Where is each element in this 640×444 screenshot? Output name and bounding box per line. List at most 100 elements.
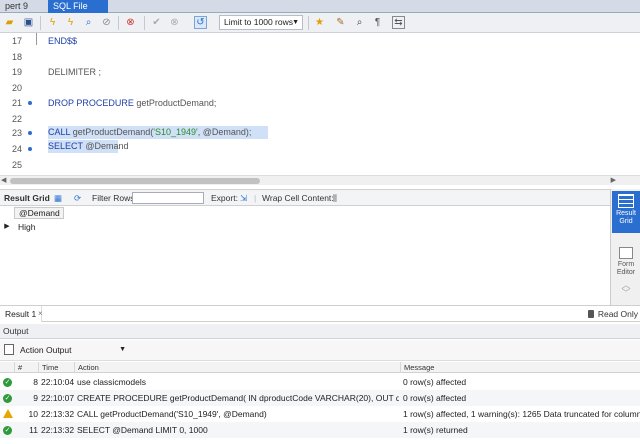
toolbar-divider	[308, 16, 309, 30]
grid-cell[interactable]: High	[14, 221, 74, 233]
invisible-chars-icon[interactable]: ¶	[371, 16, 384, 29]
beautify-brush-icon[interactable]: ✎	[334, 16, 347, 29]
line-number: 18	[11, 52, 22, 62]
result-tab-bar: Result 1 × Read Only	[0, 305, 640, 322]
copy-icon[interactable]	[4, 344, 14, 355]
output-row[interactable]: ✓ 8 22:10:04 use classicmodels 0 row(s) …	[0, 374, 640, 390]
column-header[interactable]: @Demand	[14, 207, 64, 219]
execute-lightning-icon[interactable]: ϟ	[46, 16, 59, 29]
limit-rows-value: Limit to 1000 rows	[224, 17, 293, 27]
result-grid[interactable]	[0, 207, 610, 305]
row-num: 8	[33, 377, 38, 387]
row-time: 22:10:04	[41, 377, 75, 387]
line-number: 19	[11, 67, 22, 77]
row-action: CREATE PROCEDURE getProductDemand( IN dp…	[77, 393, 399, 403]
tab-label: Result 1	[5, 309, 37, 319]
tab-result-1[interactable]: Result 1	[0, 306, 43, 322]
export-label: Export:	[211, 193, 238, 203]
tab-sql-file-3[interactable]: SQL File 3*×	[48, 0, 108, 24]
scroll-left-icon[interactable]: ◀	[1, 176, 6, 184]
result-side-panel: Result Grid Form Editor ︿ ﹀	[610, 189, 640, 305]
line-number: 21	[11, 98, 22, 108]
scrollbar-thumb[interactable]	[10, 178, 260, 184]
header-action[interactable]: Action	[74, 362, 400, 373]
result-grid-view-button[interactable]: Result Grid	[612, 191, 640, 233]
find-icon[interactable]: ⌕	[353, 16, 366, 29]
panel-scroll-chevrons[interactable]: ︿ ﹀	[612, 281, 640, 301]
sql-editor-toolbar: ▰ ▣ ϟ ϟ ⌕ ⊘ ⊗ ✔ ⊗ ↺ Limit to 1000 rows ▼ …	[0, 13, 640, 33]
row-time: 22:13:32	[41, 409, 75, 419]
line-number: 25	[11, 160, 22, 170]
fold-guide	[36, 33, 37, 45]
rollback-icon[interactable]: ⊗	[168, 16, 181, 29]
row-selector-icon[interactable]: ▶	[0, 222, 14, 232]
output-row[interactable]: ✓ 9 22:10:07 CREATE PROCEDURE getProduct…	[0, 390, 640, 406]
warning-icon	[3, 409, 13, 418]
statement-marker-icon	[28, 101, 32, 105]
close-icon[interactable]: ×	[38, 306, 43, 322]
statement-marker-icon	[28, 147, 32, 151]
editor-tab-bar: pert 9 SQL File 3*×	[0, 0, 640, 24]
autocommit-toggle-icon[interactable]: ↺	[194, 16, 207, 29]
toolbar-divider	[118, 16, 119, 30]
side-label: Editor	[616, 269, 636, 276]
commit-icon[interactable]: ✔	[150, 16, 163, 29]
output-row[interactable]: ✓ 11 22:13:32 SELECT @Demand LIMIT 0, 10…	[0, 422, 640, 438]
toolbar-divider	[40, 16, 41, 30]
line-number: 23	[11, 128, 22, 138]
open-folder-icon[interactable]: ▰	[3, 16, 16, 29]
grid-icon	[618, 194, 634, 208]
row-time: 22:13:32	[41, 425, 75, 435]
code-line: DROP PROCEDURE getProductDemand;	[48, 98, 217, 108]
editor-horizontal-scrollbar[interactable]: ◀ ▶	[0, 175, 640, 185]
code-line: DELIMITER ;	[48, 67, 102, 77]
filter-rows-input[interactable]	[132, 192, 204, 204]
execute-current-icon[interactable]: ϟ	[64, 16, 77, 29]
wrap-cell-icon[interactable]: ⫼	[333, 190, 337, 206]
header-num[interactable]: #	[14, 362, 38, 373]
refresh-icon[interactable]: ⟳	[74, 190, 81, 206]
form-editor-view-button[interactable]: Form Editor	[612, 245, 640, 281]
explain-icon[interactable]: ⌕	[82, 16, 95, 29]
stop-icon[interactable]: ⊘	[100, 16, 113, 29]
chevron-down-icon[interactable]: ﹀	[621, 288, 630, 298]
success-icon: ✓	[3, 378, 12, 387]
read-only-label: Read Only	[597, 309, 638, 319]
row-action: CALL getProductDemand('S10_1949', @Deman…	[77, 409, 267, 419]
bookmark-star-icon[interactable]: ★	[313, 16, 326, 29]
toggle-continue-on-error-icon[interactable]: ⊗	[124, 16, 137, 29]
filter-rows-label: Filter Rows:	[92, 193, 137, 203]
header-message[interactable]: Message	[400, 362, 640, 373]
row-action: use classicmodels	[77, 377, 146, 387]
export-icon[interactable]: ⇲	[240, 190, 247, 206]
output-type-select[interactable]: Action Output ▼	[18, 343, 126, 357]
row-message: 1 row(s) returned	[403, 425, 468, 435]
row-message: 0 row(s) affected	[403, 393, 467, 403]
side-label: Form	[617, 261, 635, 268]
grid-icon[interactable]: ▦	[54, 190, 62, 206]
line-number: 20	[11, 83, 22, 93]
result-toolbar: Result Grid ▦ ⟳ Filter Rows: Export: ⇲ |…	[0, 189, 610, 206]
chevron-down-icon: ▼	[292, 19, 299, 26]
wrap-cell-label: Wrap Cell Content:	[262, 193, 334, 203]
side-label: Grid	[619, 218, 633, 225]
wrap-lines-icon[interactable]: ⇆	[392, 16, 405, 29]
output-row[interactable]: 10 22:13:32 CALL getProductDemand('S10_1…	[0, 406, 640, 422]
side-label: Result	[616, 210, 636, 217]
success-icon: ✓	[3, 394, 12, 403]
toolbar-divider: |	[254, 193, 257, 203]
save-icon[interactable]: ▣	[22, 16, 35, 29]
result-grid-button[interactable]: Result Grid	[4, 190, 50, 206]
line-number: 17	[11, 36, 22, 46]
row-num: 10	[28, 409, 38, 419]
row-time: 22:10:07	[41, 393, 75, 403]
header-time[interactable]: Time	[38, 362, 74, 373]
scroll-right-icon[interactable]: ▶	[611, 176, 616, 184]
limit-rows-select[interactable]: Limit to 1000 rows ▼	[219, 15, 303, 30]
output-toolbar: Action Output ▼	[0, 340, 640, 361]
form-icon	[619, 247, 633, 259]
statement-marker-icon	[28, 131, 32, 135]
code-line-selected: CALL getProductDemand('S10_1949', @Deman…	[48, 126, 268, 139]
tab-pert-9[interactable]: pert 9	[0, 0, 33, 13]
output-panel-title: Output	[0, 324, 640, 339]
